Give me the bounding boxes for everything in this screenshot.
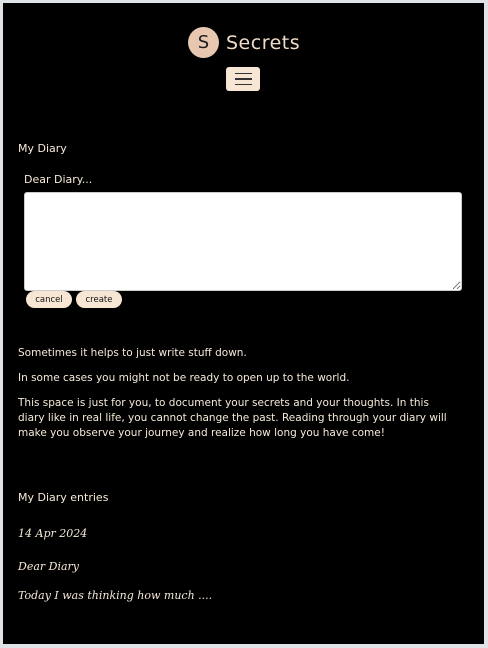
menu-toggle-button[interactable]	[226, 67, 260, 91]
hamburger-icon-line	[234, 83, 252, 86]
entry-date: 14 Apr 2024	[18, 527, 88, 540]
entry-preview: Today I was thinking how much ....	[18, 589, 213, 602]
diary-section-title: My Diary	[18, 142, 67, 155]
hamburger-icon-line	[234, 78, 252, 80]
intro-line-2: In some cases you might not be ready to …	[18, 372, 350, 384]
brand-name: Secrets	[226, 31, 301, 54]
create-button[interactable]: create	[76, 291, 122, 308]
entry-greeting: Dear Diary	[18, 560, 80, 573]
entries-section-title: My Diary entries	[18, 491, 109, 504]
logo-avatar: S	[188, 27, 219, 58]
brand[interactable]: S Secrets	[188, 27, 300, 58]
diary-textarea[interactable]	[24, 192, 462, 291]
cancel-button[interactable]: cancel	[26, 291, 72, 308]
page-frame: S Secrets My Diary Dear Diary... cancel …	[3, 3, 484, 644]
intro-paragraph: This space is just for you, to document …	[18, 397, 447, 439]
hamburger-icon-line	[234, 72, 252, 75]
intro-line-1: Sometimes it helps to just write stuff d…	[18, 347, 247, 359]
textarea-label: Dear Diary...	[24, 173, 93, 186]
